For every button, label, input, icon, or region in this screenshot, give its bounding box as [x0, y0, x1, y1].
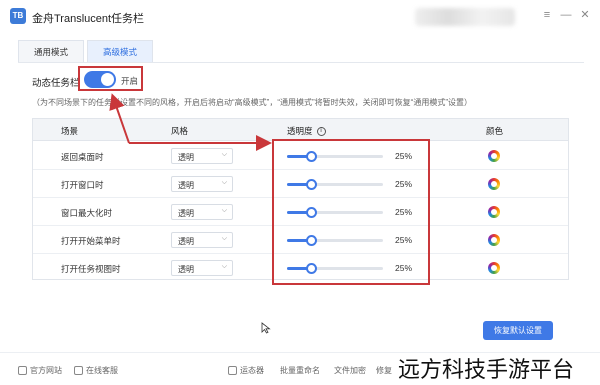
header-opacity: 透明度 i: [287, 125, 326, 137]
color-picker-icon[interactable]: [488, 150, 500, 162]
footer-tool-3-label: 文件加密: [334, 366, 366, 375]
footer-tool-2[interactable]: 批量重命名: [280, 365, 320, 376]
mouse-cursor-icon: [261, 322, 271, 334]
chevron-down-icon: ⌵: [221, 207, 227, 214]
opacity-highlight-box: [272, 139, 430, 285]
minimize-icon[interactable]: —: [559, 8, 573, 22]
info-icon[interactable]: i: [316, 127, 326, 137]
style-select[interactable]: 透明 ⌵: [171, 260, 233, 276]
tab-general-mode[interactable]: 通用模式: [18, 40, 84, 62]
headset-icon: [74, 366, 83, 376]
scene-name: 打开任务视图时: [61, 264, 121, 274]
color-picker-icon[interactable]: [488, 262, 500, 274]
style-select[interactable]: 透明 ⌵: [171, 204, 233, 220]
header-style: 风格: [171, 126, 189, 136]
account-area[interactable]: [415, 8, 515, 26]
color-picker-icon[interactable]: [488, 178, 500, 190]
chevron-down-icon: ⌵: [221, 263, 227, 270]
app-title: 金舟Translucent任务栏: [32, 13, 145, 25]
color-picker-icon[interactable]: [488, 206, 500, 218]
footer-support[interactable]: 在线客服: [74, 365, 118, 376]
footer-tool-3[interactable]: 文件加密: [334, 365, 366, 376]
dynamic-taskbar-label: 动态任务栏: [32, 78, 80, 89]
close-icon[interactable]: ✕: [578, 8, 592, 22]
footer-support-label: 在线客服: [86, 366, 118, 375]
footer-tool-4-label: 修复: [376, 366, 392, 375]
app-logo: TB: [10, 8, 26, 24]
menu-icon[interactable]: ≡: [540, 8, 554, 22]
style-select-value: 透明: [178, 209, 194, 218]
style-select-value: 透明: [178, 181, 194, 190]
footer-tool-1[interactable]: 运态器: [228, 365, 264, 376]
title-bar: TB 金舟Translucent任务栏 ≡ — ✕: [0, 0, 600, 34]
footer-tool-1-label: 运态器: [240, 366, 264, 375]
tab-advanced-mode[interactable]: 高级模式: [87, 40, 153, 62]
color-picker-icon[interactable]: [488, 234, 500, 246]
scene-name: 返回桌面时: [61, 152, 104, 162]
header-opacity-label: 透明度: [287, 126, 313, 136]
scene-name: 窗口最大化时: [61, 208, 113, 218]
table-header: 场景 风格 透明度 i 颜色: [33, 119, 568, 141]
home-icon: [18, 366, 27, 376]
chevron-down-icon: ⌵: [221, 235, 227, 242]
tool-icon: [228, 366, 237, 376]
style-select-value: 透明: [178, 265, 194, 274]
header-color: 颜色: [486, 126, 504, 136]
scene-name: 打开开始菜单时: [61, 236, 121, 246]
footer-tool-2-label: 批量重命名: [280, 366, 320, 375]
toggle-highlight-box: [78, 66, 143, 91]
chevron-down-icon: ⌵: [221, 151, 227, 158]
chevron-down-icon: ⌵: [221, 179, 227, 186]
style-select-value: 透明: [178, 237, 194, 246]
header-scene: 场景: [61, 126, 79, 136]
footer-tool-4[interactable]: 修复: [376, 365, 392, 376]
footer-official-site[interactable]: 官方网站: [18, 365, 62, 376]
footer-official-site-label: 官方网站: [30, 366, 62, 375]
scene-name: 打开窗口时: [61, 180, 104, 190]
watermark: 远方科技手游平台: [398, 358, 575, 383]
style-select[interactable]: 透明 ⌵: [171, 148, 233, 164]
style-select-value: 透明: [178, 153, 194, 162]
style-select[interactable]: 透明 ⌵: [171, 232, 233, 248]
mode-hint-text: （为不同场景下的任务栏设置不同的风格，开启后将启动“高级模式”，“通用模式”将暂…: [32, 98, 472, 107]
tab-divider: [18, 62, 584, 63]
style-select[interactable]: 透明 ⌵: [171, 176, 233, 192]
reset-default-button[interactable]: 恢复默认设置: [483, 321, 553, 340]
